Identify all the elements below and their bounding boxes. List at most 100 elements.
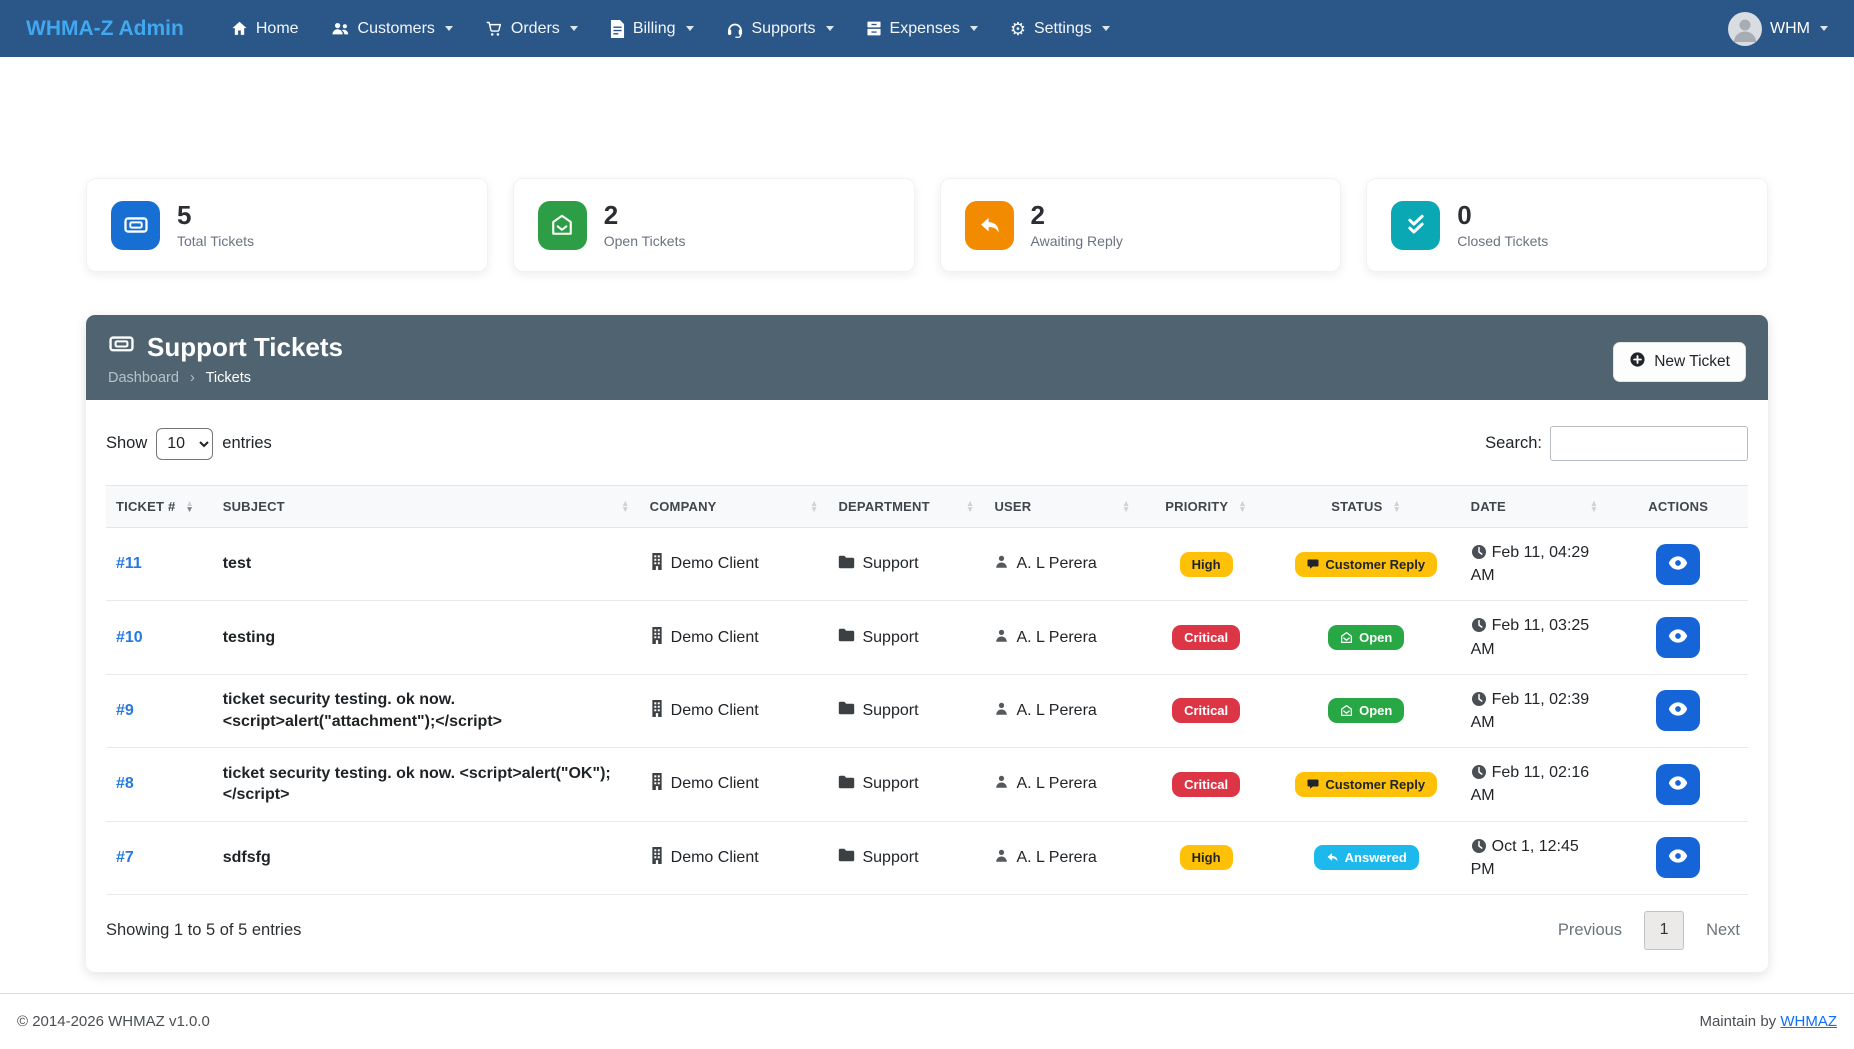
actions-cell	[1608, 528, 1748, 601]
new-ticket-button[interactable]: New Ticket	[1613, 342, 1746, 382]
column-header-priority[interactable]: PRIORITY▲▼	[1140, 486, 1271, 528]
next-page-button[interactable]: Next	[1698, 915, 1748, 946]
stat-value: 2	[604, 201, 686, 230]
table-row: #7 sdfsfg Demo Client Support	[106, 821, 1748, 894]
folder-icon	[838, 628, 855, 647]
tickets-table: TICKET #▲▼ SUBJECT▲▼ COMPANY▲▼ DEPARTMEN…	[106, 485, 1748, 895]
showing-entries-label: Showing 1 to 5 of 5 entries	[106, 921, 301, 940]
ticket-cell: #9	[106, 674, 213, 747]
building-icon	[650, 553, 664, 575]
sort-icon: ▲▼	[810, 501, 819, 512]
actions-cell	[1608, 748, 1748, 821]
user-cell: A. L Perera	[984, 528, 1140, 601]
nav-item-expenses[interactable]: Expenses	[853, 11, 991, 47]
previous-page-button[interactable]: Previous	[1550, 915, 1630, 946]
view-ticket-button[interactable]	[1656, 544, 1700, 585]
stat-label: Open Tickets	[604, 233, 686, 249]
envelope-open-icon	[1340, 631, 1353, 644]
nav-item-customers[interactable]: Customers	[318, 11, 466, 47]
whmaz-link[interactable]: WHMAZ	[1780, 1013, 1837, 1030]
company-cell: Demo Client	[640, 528, 829, 601]
column-header-ticket[interactable]: TICKET #▲▼	[106, 486, 213, 528]
actions-cell	[1608, 674, 1748, 747]
sort-icon: ▲▼	[1590, 501, 1599, 512]
priority-badge: Critical	[1172, 772, 1240, 797]
priority-badge: Critical	[1172, 698, 1240, 723]
cart-icon	[485, 20, 503, 37]
view-ticket-button[interactable]	[1656, 764, 1700, 805]
caret-down-icon	[1102, 26, 1110, 31]
view-ticket-button[interactable]	[1656, 837, 1700, 878]
department-cell: Support	[828, 528, 984, 601]
status-badge: Customer Reply	[1295, 772, 1437, 797]
ticket-link[interactable]: #8	[116, 775, 134, 792]
tickets-table-body: #11 test Demo Client Support	[106, 528, 1748, 895]
view-ticket-button[interactable]	[1656, 617, 1700, 658]
subject-cell: testing	[213, 601, 640, 674]
caret-down-icon	[686, 26, 694, 31]
ticket-link[interactable]: #7	[116, 849, 134, 866]
company-cell: Demo Client	[640, 821, 829, 894]
column-header-company[interactable]: COMPANY▲▼	[640, 486, 829, 528]
nav-item-home[interactable]: Home	[218, 11, 312, 47]
ticket-icon	[111, 201, 160, 250]
user-menu[interactable]: WHM	[1728, 12, 1828, 46]
nav-label: Customers	[358, 20, 435, 38]
nav-item-supports[interactable]: Supports	[713, 11, 847, 47]
date-cell: Feb 11, 02:16 AM	[1461, 748, 1609, 821]
envelope-open-icon	[538, 201, 587, 250]
nav-item-orders[interactable]: Orders	[472, 11, 591, 47]
column-header-department[interactable]: DEPARTMENT▲▼	[828, 486, 984, 528]
breadcrumb-dashboard[interactable]: Dashboard	[108, 370, 179, 386]
eye-icon	[1668, 628, 1688, 647]
subject-cell: ticket security testing. ok now. <script…	[213, 748, 640, 821]
priority-cell: High	[1140, 528, 1271, 601]
actions-cell	[1608, 601, 1748, 674]
date-cell: Feb 11, 02:39 AM	[1461, 674, 1609, 747]
nav-item-billing[interactable]: Billing	[597, 11, 707, 47]
plus-circle-icon	[1629, 351, 1646, 373]
table-row: #11 test Demo Client Support	[106, 528, 1748, 601]
status-cell: Customer Reply	[1272, 528, 1461, 601]
ticket-link[interactable]: #11	[116, 555, 142, 572]
user-cell: A. L Perera	[984, 748, 1140, 821]
priority-cell: Critical	[1140, 748, 1271, 821]
user-cell: A. L Perera	[984, 601, 1140, 674]
status-cell: Customer Reply	[1272, 748, 1461, 821]
ticket-link[interactable]: #10	[116, 629, 143, 646]
person-icon	[994, 848, 1009, 868]
search-label: Search:	[1485, 434, 1542, 453]
pagination: Previous 1 Next	[1550, 911, 1748, 950]
person-icon	[994, 774, 1009, 794]
priority-badge: Critical	[1172, 625, 1240, 650]
status-badge: Customer Reply	[1295, 552, 1437, 577]
page-title: Support Tickets	[108, 330, 343, 364]
status-badge: Answered	[1314, 845, 1419, 870]
clock-icon	[1471, 544, 1492, 561]
column-header-user[interactable]: USER▲▼	[984, 486, 1140, 528]
search-input[interactable]	[1550, 426, 1748, 461]
ticket-link[interactable]: #9	[116, 702, 134, 719]
stat-label: Closed Tickets	[1457, 233, 1548, 249]
nav-label: Settings	[1034, 20, 1092, 38]
nav-label: Orders	[511, 20, 560, 38]
entries-per-page-select[interactable]: 10	[156, 428, 213, 460]
column-header-subject[interactable]: SUBJECT▲▼	[213, 486, 640, 528]
table-row: #10 testing Demo Client Support	[106, 601, 1748, 674]
users-icon	[331, 20, 350, 37]
brand-logo[interactable]: WHMA-Z Admin	[26, 17, 184, 41]
company-cell: Demo Client	[640, 748, 829, 821]
stat-card-closed-tickets: 0 Closed Tickets	[1366, 178, 1768, 272]
view-ticket-button[interactable]	[1656, 690, 1700, 731]
page-number-button[interactable]: 1	[1644, 911, 1684, 950]
table-footer: Showing 1 to 5 of 5 entries Previous 1 N…	[106, 895, 1748, 954]
nav-item-settings[interactable]: ⚙ Settings	[997, 11, 1123, 47]
department-cell: Support	[828, 821, 984, 894]
column-header-status[interactable]: STATUS▲▼	[1272, 486, 1461, 528]
subject-cell: ticket security testing. ok now. <script…	[213, 674, 640, 747]
page-footer: © 2014-2026 WHMAZ v1.0.0 Maintain by WHM…	[0, 993, 1854, 1049]
column-header-date[interactable]: DATE▲▼	[1461, 486, 1609, 528]
breadcrumb-tickets: Tickets	[206, 370, 251, 386]
priority-badge: High	[1180, 845, 1233, 870]
subject-cell: test	[213, 528, 640, 601]
